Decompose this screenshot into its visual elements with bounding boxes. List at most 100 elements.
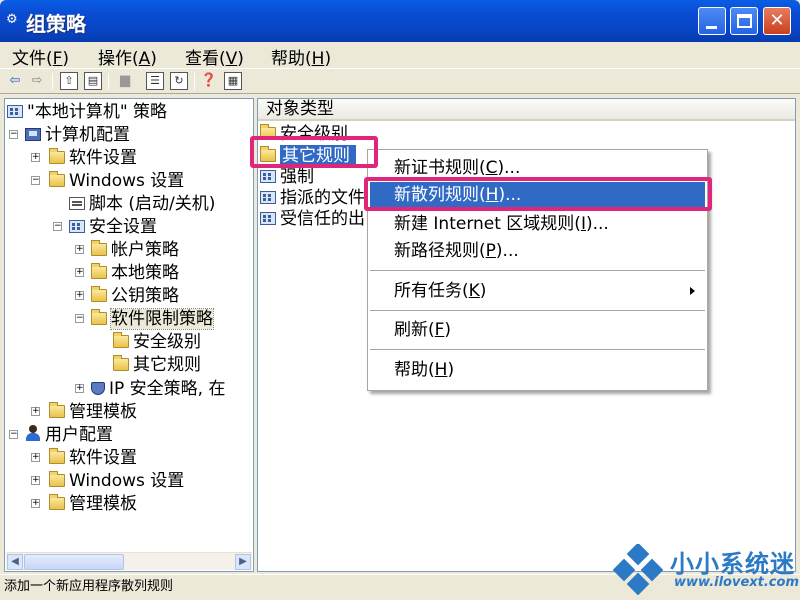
watermark-logo-icon <box>612 544 664 596</box>
expand-icon[interactable]: + <box>31 407 40 416</box>
gpedit-icon: ⚙ <box>6 12 18 27</box>
toolbar: ⇦ ⇨ ⇧ ▤ ▆ ☰ ↻ ❓ ▦ <box>0 68 800 94</box>
tree-item-other-rules[interactable]: 其它规则 <box>113 354 201 376</box>
scroll-left-icon[interactable]: ◀ <box>7 554 23 570</box>
tree-item-public-key-policy[interactable]: + 公钥策略 <box>75 285 179 307</box>
collapse-icon[interactable]: − <box>53 222 62 231</box>
list-item[interactable]: 受信任的出 <box>260 208 365 230</box>
tree-item-user-admin-templates[interactable]: + 管理模板 <box>31 493 137 515</box>
title-bar[interactable]: ⚙ 组策略 ✕ <box>0 0 800 42</box>
scroll-thumb[interactable] <box>24 554 124 570</box>
expand-icon[interactable]: + <box>31 453 40 462</box>
folder-icon <box>91 240 107 256</box>
tree-item-security-levels[interactable]: 安全级别 <box>113 331 201 353</box>
list-item[interactable]: 强制 <box>260 166 314 188</box>
script-icon <box>69 197 85 210</box>
folder-icon <box>49 402 65 418</box>
properties-icon[interactable]: ☰ <box>146 72 164 90</box>
show-tree-icon[interactable]: ▤ <box>84 72 102 90</box>
expand-icon[interactable]: + <box>31 153 40 162</box>
list-item[interactable]: 安全级别 <box>260 123 348 145</box>
ip-security-icon <box>91 382 105 395</box>
tree-item-windows-settings[interactable]: − Windows 设置 <box>31 170 184 192</box>
expand-icon[interactable]: + <box>31 476 40 485</box>
tree-item-admin-templates[interactable]: + 管理模板 <box>31 401 137 423</box>
scroll-right-icon[interactable]: ▶ <box>235 554 251 570</box>
forward-icon[interactable]: ⇨ <box>28 72 46 90</box>
policy-icon <box>260 191 276 204</box>
menu-separator <box>370 310 705 311</box>
toolbar-separator <box>108 73 109 90</box>
folder-icon <box>49 471 65 487</box>
menu-help[interactable]: 帮助(H) <box>271 44 331 69</box>
collapse-icon[interactable]: − <box>9 430 18 439</box>
folder-icon <box>260 124 276 140</box>
up-folder-icon[interactable]: ⇧ <box>60 72 78 90</box>
tree-item-user-software-settings[interactable]: + 软件设置 <box>31 447 137 469</box>
tree-horizontal-scrollbar[interactable]: ◀ ▶ <box>6 552 252 570</box>
toolbar-separator <box>194 73 195 90</box>
minimize-button[interactable] <box>698 7 726 35</box>
tree-item-user-windows-settings[interactable]: + Windows 设置 <box>31 470 184 492</box>
tree-item-local-policy[interactable]: + 本地策略 <box>75 262 179 284</box>
menu-action[interactable]: 操作(A) <box>98 44 157 69</box>
policy-icon <box>260 170 276 183</box>
folder-icon <box>49 494 65 510</box>
tree-item-scripts[interactable]: 脚本 (启动/关机) <box>69 193 215 215</box>
maximize-icon <box>737 14 752 28</box>
expand-icon[interactable]: + <box>75 384 84 393</box>
menu-file[interactable]: 文件(F) <box>12 44 69 69</box>
folder-icon <box>91 286 107 302</box>
folder-icon <box>49 448 65 464</box>
tree-root[interactable]: "本地计算机" 策略 <box>7 101 167 123</box>
expand-icon[interactable]: + <box>75 245 84 254</box>
back-icon[interactable]: ⇦ <box>6 72 24 90</box>
watermark-name: 小小系统迷 <box>670 550 795 578</box>
menu-new-path-rule[interactable]: 新路径规则(P)... <box>370 238 705 264</box>
list-item-other-rules[interactable]: 其它规则 <box>260 145 356 167</box>
toolbar-separator <box>52 73 53 90</box>
close-icon: ✕ <box>769 10 785 31</box>
collapse-icon[interactable]: − <box>9 130 18 139</box>
collapse-icon[interactable]: − <box>75 314 84 323</box>
security-settings-icon <box>69 220 85 233</box>
tree-item-computer-config[interactable]: − 计算机配置 <box>9 124 130 146</box>
expand-icon[interactable]: + <box>75 268 84 277</box>
tree-item-account-policy[interactable]: + 帐户策略 <box>75 239 179 261</box>
refresh-icon[interactable]: ↻ <box>170 72 188 90</box>
folder-icon <box>113 332 129 348</box>
menu-help-item[interactable]: 帮助(H) <box>370 357 705 383</box>
tree-item-security-settings[interactable]: − 安全设置 <box>53 216 157 238</box>
expand-icon[interactable]: + <box>75 291 84 300</box>
maximize-button[interactable] <box>730 7 758 35</box>
column-header-object-type[interactable]: 对象类型 <box>258 99 795 121</box>
tree-item-user-config[interactable]: − 用户配置 <box>9 424 113 446</box>
menu-bar: 文件(F) 操作(A) 查看(V) 帮助(H) <box>0 42 800 69</box>
context-menu: 新证书规则(C)... 新散列规则(H)... 新建 Internet 区域规则… <box>367 149 708 391</box>
menu-all-tasks[interactable]: 所有任务(K) <box>370 278 705 304</box>
list-item[interactable]: 指派的文件 <box>260 187 365 209</box>
watermark-url: www.ilovext.com <box>674 575 799 590</box>
expand-icon[interactable]: + <box>31 499 40 508</box>
menu-refresh[interactable]: 刷新(F) <box>370 317 705 343</box>
menu-new-hash-rule[interactable]: 新散列规则(H)... <box>370 182 705 208</box>
console-icon[interactable]: ▦ <box>224 72 242 90</box>
folder-icon <box>49 148 65 164</box>
menu-new-internet-zone-rule[interactable]: 新建 Internet 区域规则(I)... <box>370 211 705 237</box>
tree-item-software-restriction[interactable]: − 软件限制策略 <box>75 308 214 330</box>
delete-icon[interactable]: ▆ <box>116 72 134 90</box>
user-icon <box>25 425 41 441</box>
menu-new-certificate-rule[interactable]: 新证书规则(C)... <box>370 155 705 181</box>
computer-icon <box>25 128 41 141</box>
policy-icon <box>7 105 23 118</box>
help-icon[interactable]: ❓ <box>200 72 218 90</box>
tree-item-ip-security[interactable]: + IP 安全策略, 在 <box>75 378 225 400</box>
close-button[interactable]: ✕ <box>763 7 791 35</box>
collapse-icon[interactable]: − <box>31 176 40 185</box>
policy-icon <box>260 212 276 225</box>
tree-pane[interactable]: "本地计算机" 策略 − 计算机配置 + 软件设置 − Windows 设置 脚本 (… <box>4 98 254 572</box>
menu-view[interactable]: 查看(V) <box>185 44 244 69</box>
folder-icon <box>113 355 129 371</box>
tree-item-software-settings[interactable]: + 软件设置 <box>31 147 137 169</box>
window-title: 组策略 <box>26 12 86 36</box>
